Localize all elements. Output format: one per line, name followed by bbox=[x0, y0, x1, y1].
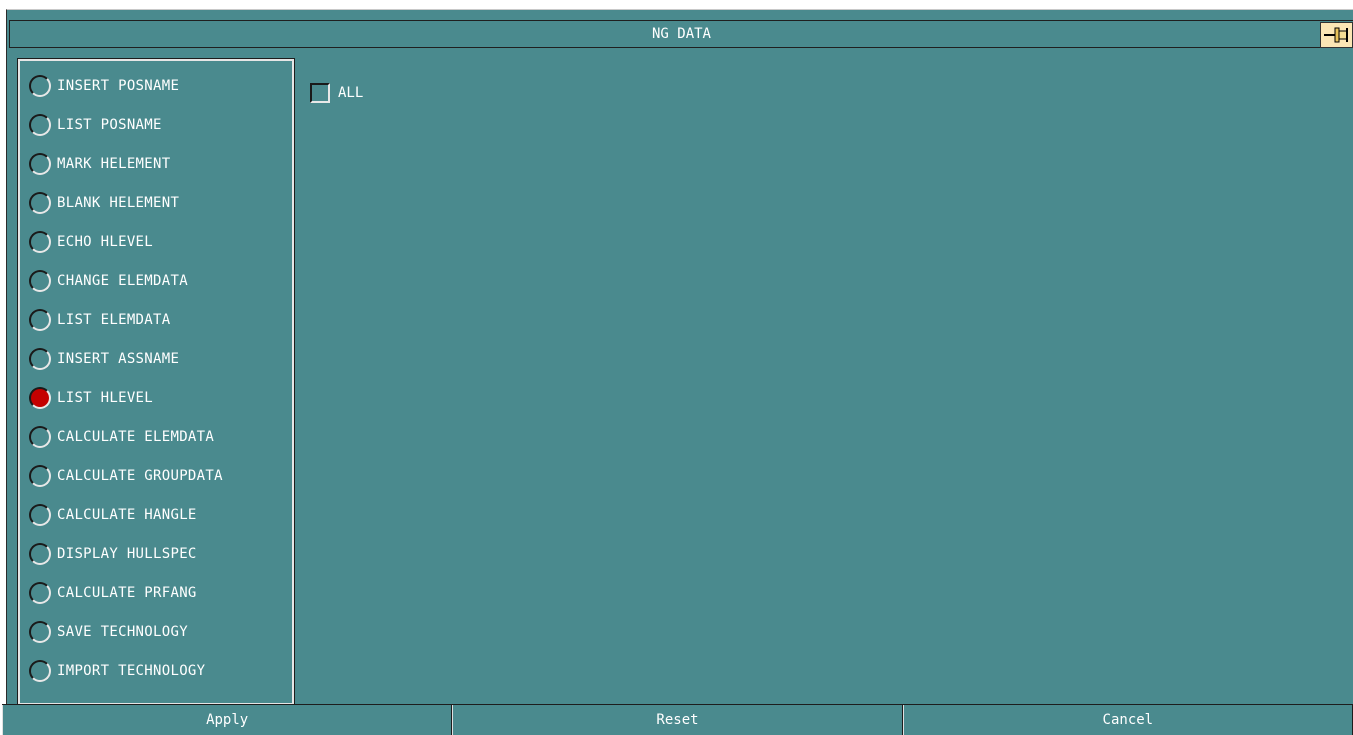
radio-option[interactable]: IMPORT TECHNOLOGY bbox=[20, 651, 292, 690]
radio-option-label: CALCULATE ELEMDATA bbox=[57, 428, 215, 445]
radio-option[interactable]: CHANGE ELEMDATA bbox=[20, 261, 292, 300]
radio-option-label: ECHO HLEVEL bbox=[57, 233, 154, 250]
radio-unselected-icon[interactable] bbox=[29, 542, 51, 565]
radio-option[interactable]: CALCULATE GROUPDATA bbox=[20, 456, 292, 495]
radio-option-label: SAVE TECHNOLOGY bbox=[57, 623, 188, 640]
radio-option[interactable]: INSERT ASSNAME bbox=[20, 339, 292, 378]
radio-option-label: MARK HELEMENT bbox=[57, 155, 171, 172]
radio-unselected-icon[interactable] bbox=[29, 113, 51, 136]
radio-option-label: LIST HLEVEL bbox=[57, 389, 154, 406]
pin-icon bbox=[1324, 27, 1348, 43]
radio-option[interactable]: CALCULATE ELEMDATA bbox=[20, 417, 292, 456]
radio-unselected-icon[interactable] bbox=[29, 464, 51, 487]
radio-option[interactable]: CALCULATE PRFANG bbox=[20, 573, 292, 612]
radio-option-label: DISPLAY HULLSPEC bbox=[57, 545, 197, 562]
radio-option[interactable]: CALCULATE HANGLE bbox=[20, 495, 292, 534]
radio-selected-icon[interactable] bbox=[29, 386, 51, 409]
radio-option-label: IMPORT TECHNOLOGY bbox=[57, 662, 206, 679]
radio-option[interactable]: LIST POSNAME bbox=[20, 105, 292, 144]
radio-unselected-icon[interactable] bbox=[29, 269, 51, 292]
all-checkbox-box[interactable] bbox=[310, 83, 330, 103]
dialog-title: NG DATA bbox=[651, 26, 711, 42]
reset-button[interactable]: Reset bbox=[452, 705, 903, 735]
radio-unselected-icon[interactable] bbox=[29, 347, 51, 370]
radio-unselected-icon[interactable] bbox=[29, 74, 51, 97]
radio-option[interactable]: SAVE TECHNOLOGY bbox=[20, 612, 292, 651]
radio-option-label: CALCULATE PRFANG bbox=[57, 584, 197, 601]
pin-button[interactable] bbox=[1320, 22, 1353, 48]
radio-unselected-icon[interactable] bbox=[29, 152, 51, 175]
radio-option-label: INSERT ASSNAME bbox=[57, 350, 180, 367]
radio-option-label: BLANK HELEMENT bbox=[57, 194, 180, 211]
radio-option-label: CALCULATE HANGLE bbox=[57, 506, 197, 523]
radio-unselected-icon[interactable] bbox=[29, 581, 51, 604]
radio-unselected-icon[interactable] bbox=[29, 230, 51, 253]
all-checkbox-label: ALL bbox=[338, 85, 364, 101]
radio-option[interactable]: BLANK HELEMENT bbox=[20, 183, 292, 222]
apply-button[interactable]: Apply bbox=[2, 705, 453, 735]
radio-option-label: CHANGE ELEMDATA bbox=[57, 272, 188, 289]
radio-unselected-icon[interactable] bbox=[29, 503, 51, 526]
all-checkbox[interactable]: ALL bbox=[310, 83, 363, 103]
radio-unselected-icon[interactable] bbox=[29, 659, 51, 682]
radio-unselected-icon[interactable] bbox=[29, 620, 51, 643]
action-bar: Apply Reset Cancel bbox=[2, 704, 1353, 735]
ng-data-dialog: NG DATA INSERT POSNAME LIST POSNAME MARK H… bbox=[6, 9, 1353, 735]
radio-option-label: LIST POSNAME bbox=[57, 116, 162, 133]
cancel-button[interactable]: Cancel bbox=[902, 705, 1353, 735]
radio-unselected-icon[interactable] bbox=[29, 308, 51, 331]
title-bar: NG DATA bbox=[9, 20, 1353, 48]
radio-option[interactable]: LIST HLEVEL bbox=[20, 378, 292, 417]
radio-unselected-icon[interactable] bbox=[29, 191, 51, 214]
radio-option[interactable]: DISPLAY HULLSPEC bbox=[20, 534, 292, 573]
radio-option-label: INSERT POSNAME bbox=[57, 77, 180, 94]
radio-option-label: LIST ELEMDATA bbox=[57, 311, 171, 328]
radio-unselected-icon[interactable] bbox=[29, 425, 51, 448]
radio-option[interactable]: MARK HELEMENT bbox=[20, 144, 292, 183]
radio-option[interactable]: ECHO HLEVEL bbox=[20, 222, 292, 261]
radio-option[interactable]: LIST ELEMDATA bbox=[20, 300, 292, 339]
operation-radio-group: INSERT POSNAME LIST POSNAME MARK HELEMENT B… bbox=[17, 58, 295, 706]
radio-option-label: CALCULATE GROUPDATA bbox=[57, 467, 223, 484]
radio-option[interactable]: INSERT POSNAME bbox=[20, 66, 292, 105]
